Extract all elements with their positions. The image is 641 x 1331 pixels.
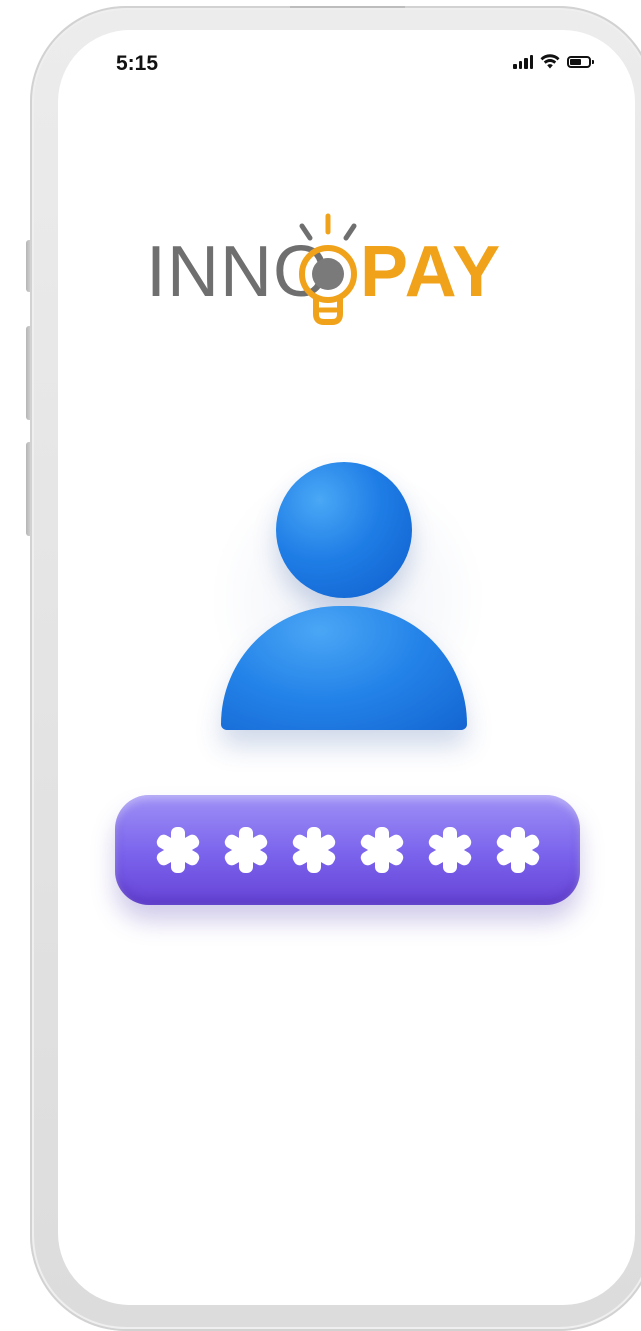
logo-text-pay: PAY	[360, 232, 503, 312]
asterisk-icon	[360, 827, 403, 873]
avatar-head	[276, 462, 412, 598]
asterisk-icon	[156, 827, 199, 873]
asterisk-icon	[496, 827, 539, 873]
status-time: 5:15	[116, 52, 159, 75]
battery-icon	[567, 55, 594, 68]
password-field[interactable]	[115, 795, 580, 905]
wifi-icon	[540, 54, 560, 69]
phone-screen: 5:15 INNO PAY	[58, 30, 635, 1305]
asterisk-icon	[224, 827, 267, 873]
asterisk-icon	[428, 827, 471, 873]
status-icons	[513, 54, 594, 69]
lightbulb-icon	[299, 213, 357, 325]
asterisk-icon	[292, 827, 335, 873]
user-avatar-icon	[198, 430, 498, 750]
innopay-logo: INNO PAY	[146, 210, 556, 350]
signal-icon	[513, 54, 533, 69]
